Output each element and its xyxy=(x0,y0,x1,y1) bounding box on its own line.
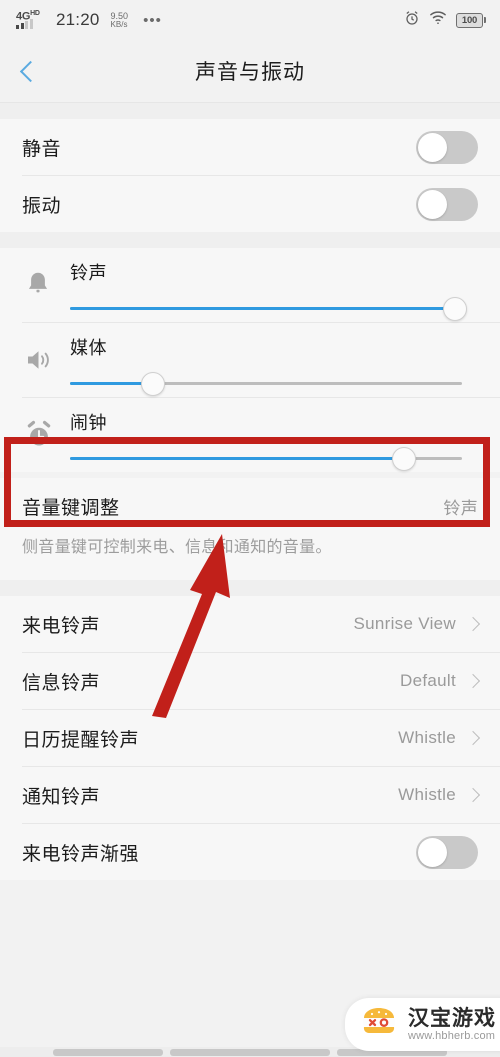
slider-handle[interactable] xyxy=(443,297,468,321)
slider-track-area[interactable] xyxy=(70,372,462,396)
row-ringtone-fade-in[interactable]: 来电铃声渐强 xyxy=(0,824,500,880)
network-indicator: 4GHD xyxy=(16,9,46,31)
slider-alarm[interactable]: 闹钟 xyxy=(70,398,478,472)
row-label: 来电铃声 xyxy=(22,615,101,637)
ringtones-group: 来电铃声 Sunrise View 信息铃声 Default 日历提醒铃声 Wh… xyxy=(0,596,500,880)
slider-ringtone[interactable]: 铃声 xyxy=(70,248,478,322)
row-label: 静音 xyxy=(22,138,62,160)
section-gap xyxy=(0,232,500,248)
slider-row-ringtone[interactable]: 铃声 xyxy=(0,248,500,322)
slider-label: 闹钟 xyxy=(70,413,107,433)
nav-home-pill[interactable] xyxy=(169,1048,330,1056)
row-message-ringtone[interactable]: 信息铃声 Default xyxy=(0,653,500,709)
bell-icon xyxy=(22,248,70,322)
row-value: Whistle xyxy=(398,785,456,804)
row-vibrate[interactable]: 振动 xyxy=(0,176,500,232)
slider-row-media[interactable]: 媒体 xyxy=(0,323,500,397)
chevron-right-icon xyxy=(465,787,481,803)
row-value: Default xyxy=(400,671,456,690)
chevron-right-icon xyxy=(465,673,481,689)
nav-back-pill[interactable] xyxy=(53,1048,164,1056)
row-call-ringtone[interactable]: 来电铃声 Sunrise View xyxy=(0,596,500,652)
alarm-clock-icon xyxy=(22,398,70,472)
row-volume-key-adjust[interactable]: 音量键调整 铃声 xyxy=(0,478,500,534)
battery-level: 100 xyxy=(461,14,478,26)
status-bar: 4GHD 21:20 9.50 KB/s ••• 100 xyxy=(0,0,500,40)
title-bar: 声音与振动 xyxy=(0,40,500,103)
slider-row-alarm[interactable]: 闹钟 xyxy=(0,398,500,472)
watermark-badge: 汉宝游戏 www.hbherb.com xyxy=(345,998,500,1051)
section-gap xyxy=(0,103,500,119)
row-label: 通知铃声 xyxy=(22,786,101,808)
slider-fill xyxy=(70,382,153,385)
slider-handle[interactable] xyxy=(392,447,417,471)
toggle-knob xyxy=(418,837,447,867)
slider-label: 媒体 xyxy=(70,338,107,358)
watermark-title: 汉宝游戏 xyxy=(408,1006,496,1030)
burger-logo-icon xyxy=(359,1005,399,1044)
row-label: 日历提醒铃声 xyxy=(22,729,140,751)
slider-handle[interactable] xyxy=(141,372,166,396)
slider-label: 铃声 xyxy=(70,263,107,283)
row-label: 振动 xyxy=(22,195,62,217)
network-speed: 9.50 KB/s xyxy=(110,11,129,30)
row-mute[interactable]: 静音 xyxy=(0,119,500,175)
chevron-right-icon xyxy=(465,730,481,746)
slider-track-area[interactable] xyxy=(70,297,468,321)
chevron-left-icon xyxy=(19,60,42,82)
volume-sliders-group: 铃声 媒体 闹钟 xyxy=(0,248,500,472)
slider-media[interactable]: 媒体 xyxy=(70,323,478,397)
alarm-clock-icon xyxy=(404,10,420,31)
row-label: 来电铃声渐强 xyxy=(22,843,140,865)
row-label: 音量键调整 xyxy=(22,497,120,519)
row-label: 信息铃声 xyxy=(22,672,101,694)
status-bar-left: 4GHD 21:20 9.50 KB/s ••• xyxy=(16,9,162,31)
mute-toggle[interactable] xyxy=(416,130,478,164)
row-notification-ringtone[interactable]: 通知铃声 Whistle xyxy=(0,767,500,823)
row-value: Whistle xyxy=(398,728,456,747)
section-gap xyxy=(0,580,500,596)
phone-screen: 4GHD 21:20 9.50 KB/s ••• 100 声音与振动 静音 振动… xyxy=(0,0,500,1057)
ringtone-fade-in-toggle[interactable] xyxy=(416,835,478,869)
toggle-knob xyxy=(418,189,447,219)
slider-fill xyxy=(70,307,455,310)
overflow-dots-icon: ••• xyxy=(143,11,162,29)
status-time: 21:20 xyxy=(56,10,100,29)
speaker-icon xyxy=(22,323,70,397)
chevron-right-icon xyxy=(465,616,481,632)
slider-fill xyxy=(70,457,404,460)
volume-key-group: 音量键调整 铃声 侧音量键可控制来电、信息和通知的音量。 xyxy=(0,478,500,580)
volume-key-description: 侧音量键可控制来电、信息和通知的音量。 xyxy=(22,539,332,556)
watermark-url: www.hbherb.com xyxy=(408,1030,496,1042)
wifi-icon xyxy=(429,10,447,30)
toggle-knob xyxy=(418,132,447,162)
toggles-group: 静音 振动 xyxy=(0,119,500,232)
battery-icon: 100 xyxy=(456,12,486,28)
signal-bars-icon xyxy=(16,19,33,29)
watermark-text: 汉宝游戏 www.hbherb.com xyxy=(408,1007,496,1042)
page-title: 声音与振动 xyxy=(195,61,305,84)
status-bar-right: 100 xyxy=(404,10,486,31)
vibrate-toggle[interactable] xyxy=(416,187,478,221)
back-button[interactable] xyxy=(0,40,56,102)
slider-track-area[interactable] xyxy=(70,447,462,471)
speed-unit: KB/s xyxy=(110,20,128,30)
row-value: 铃声 xyxy=(443,498,478,518)
row-value: Sunrise View xyxy=(353,614,456,633)
row-calendar-ringtone[interactable]: 日历提醒铃声 Whistle xyxy=(0,710,500,766)
